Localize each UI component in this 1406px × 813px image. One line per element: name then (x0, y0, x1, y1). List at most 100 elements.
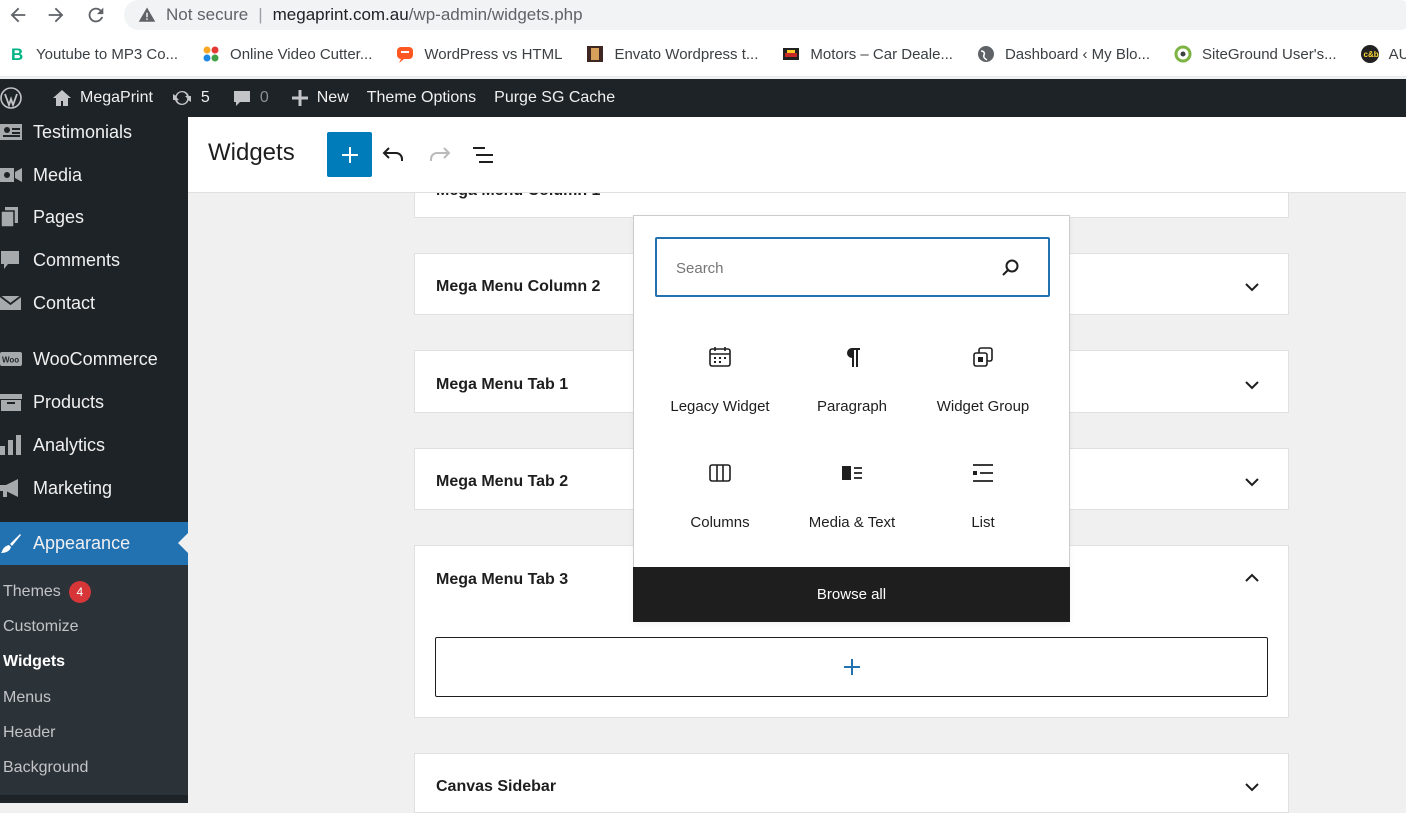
calendar-icon (709, 347, 731, 367)
group-icon (973, 347, 993, 367)
security-label: Not secure (166, 5, 249, 24)
bookmark-label: Dashboard ‹ My Blo... (1004, 45, 1151, 63)
plus-icon (291, 90, 308, 106)
bookmark[interactable]: Dashboard ‹ My Blo... (977, 45, 1150, 63)
submenu-item-widgets[interactable]: Widgets (3, 653, 65, 671)
sidebar-item-pages[interactable]: Pages (0, 197, 188, 237)
svg-text:B: B (11, 45, 23, 63)
chevron-down-icon[interactable] (1242, 777, 1262, 797)
chevron-down-icon[interactable] (1242, 472, 1262, 492)
redo-icon[interactable] (426, 142, 452, 168)
sidebar-item-products[interactable]: Products (0, 382, 188, 422)
address-bar[interactable]: Not secure | megaprint.com.au/wp-admin/w… (124, 0, 1406, 30)
warning-icon (138, 7, 156, 22)
sidebar-item-label: WooCommerce (33, 348, 158, 369)
auto-icon: c&b (1360, 45, 1379, 63)
sidebar-item-woocommerce[interactable]: Woo WooCommerce (0, 339, 188, 379)
new-content-link[interactable]: New (282, 79, 358, 117)
bookmark[interactable]: B Youtube to MP3 Co... (8, 45, 178, 63)
chevron-down-icon[interactable] (1242, 375, 1262, 395)
forward-arrow-icon[interactable] (44, 4, 68, 26)
bookmarks-bar: B Youtube to MP3 Co... Online Video Cutt… (0, 32, 1406, 77)
search-placeholder: Search (676, 260, 724, 277)
appearance-submenu: Themes 4 Customize Widgets Menus Header … (0, 565, 188, 795)
plus-icon (341, 146, 358, 163)
media-text-icon (842, 466, 862, 480)
bookmark[interactable]: Online Video Cutter... (202, 45, 372, 63)
bookmark[interactable]: Envato Wordpress t... (586, 45, 758, 63)
woo-icon: Woo (0, 352, 22, 366)
bookmark[interactable]: Motors – Car Deale... (782, 45, 953, 63)
updates-icon (172, 90, 191, 106)
back-arrow-icon[interactable] (6, 4, 30, 26)
widget-area-title: Mega Menu Tab 2 (436, 473, 569, 490)
columns-icon (709, 464, 731, 482)
sidebar-item-contact[interactable]: Contact (0, 283, 188, 323)
sidebar-item-comments[interactable]: Comments (0, 240, 188, 280)
updates-link[interactable]: 5 (162, 79, 219, 117)
block-appender-button[interactable] (435, 637, 1268, 697)
purge-cache-link[interactable]: Purge SG Cache (485, 79, 624, 117)
block-option-columns[interactable]: Columns (655, 461, 785, 551)
dots-icon (203, 46, 219, 62)
bookmark-label: Motors – Car Deale... (810, 45, 953, 63)
block-option-paragraph[interactable]: Paragraph (787, 345, 917, 435)
testimonials-icon (0, 124, 22, 140)
products-icon (0, 394, 22, 411)
theme-options-label: Theme Options (366, 89, 477, 106)
globe-icon (977, 46, 994, 62)
block-option-label: Media & Text (808, 514, 896, 531)
comments-link[interactable]: 0 (223, 79, 278, 117)
submenu-item-label: Customize (3, 618, 79, 635)
browser-toolbar: Not secure | megaprint.com.au/wp-admin/w… (0, 0, 1406, 32)
home-icon (53, 90, 71, 106)
submenu-item-background[interactable]: Background (3, 759, 88, 777)
sidebar-item-marketing[interactable]: Marketing (0, 468, 188, 508)
wordpress-logo[interactable] (0, 79, 31, 117)
site-name-link[interactable]: MegaPrint (43, 79, 162, 117)
new-label: New (316, 89, 349, 106)
block-search-input[interactable]: Search (655, 237, 1050, 297)
browse-all-button[interactable]: Browse all (633, 567, 1070, 622)
bookmark[interactable]: WordPress vs HTML (396, 45, 562, 63)
block-option-legacy-widget[interactable]: Legacy Widget (655, 345, 785, 435)
chevron-down-icon[interactable] (1242, 277, 1262, 297)
submenu-item-label: Themes (3, 583, 61, 600)
url-host: megaprint.com.au (272, 5, 409, 24)
megaphone-icon (0, 479, 18, 497)
block-inserter-toggle[interactable] (327, 132, 372, 177)
submenu-item-menus[interactable]: Menus (3, 689, 51, 707)
sidebar-item-label: Media (33, 164, 83, 185)
block-option-media-text[interactable]: Media & Text (787, 461, 917, 551)
sidebar-item-testimonials[interactable]: Testimonials (0, 117, 188, 152)
submenu-item-themes[interactable]: Themes 4 (3, 581, 91, 603)
analytics-icon (0, 435, 21, 455)
sidebar-item-media[interactable]: Media (0, 155, 188, 195)
media-icon (0, 168, 22, 182)
svg-text:c&b: c&b (1363, 50, 1378, 59)
admin-sidebar: Testimonials Media Pages Comments Contac… (0, 117, 188, 803)
mail-icon (0, 295, 22, 310)
block-option-label: Widget Group (936, 398, 1030, 415)
updates-count: 5 (200, 89, 210, 106)
submenu-item-customize[interactable]: Customize (3, 618, 79, 636)
sidebar-item-analytics[interactable]: Analytics (0, 425, 188, 465)
widget-area-canvas-sidebar[interactable]: Canvas Sidebar (414, 753, 1289, 813)
undo-icon[interactable] (381, 142, 407, 168)
sidebar-item-appearance[interactable]: Appearance (0, 522, 188, 565)
comments-count: 0 (259, 89, 269, 106)
list-view-icon[interactable] (471, 142, 497, 168)
sidebar-item-label: Products (33, 391, 105, 412)
bookmark[interactable]: c&b AUTO pi (1360, 45, 1406, 63)
wordpress-icon (0, 87, 22, 109)
reload-icon[interactable] (84, 4, 108, 26)
chevron-up-icon[interactable] (1242, 568, 1262, 588)
bookmark-label: Envato Wordpress t... (614, 45, 759, 63)
block-option-list[interactable]: List (918, 461, 1048, 551)
submenu-item-header[interactable]: Header (3, 724, 55, 742)
block-option-widget-group[interactable]: Widget Group (918, 345, 1048, 435)
theme-options-link[interactable]: Theme Options (358, 79, 485, 117)
b-letter-icon: B (11, 45, 23, 63)
bookmark[interactable]: SiteGround User's... (1174, 45, 1337, 63)
sidebar-item-label: Appearance (33, 533, 131, 553)
